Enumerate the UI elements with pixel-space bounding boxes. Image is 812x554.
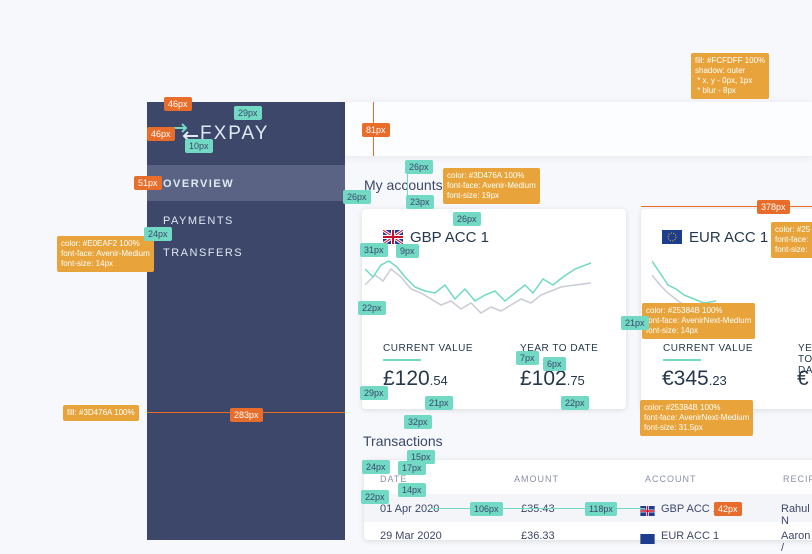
dim-label: 46px — [164, 97, 192, 111]
dim-label: 9px — [396, 244, 419, 258]
annotation-sidebar-fill: fill: #3D476A 100% — [63, 405, 139, 421]
dim-label: 21px — [621, 316, 649, 330]
row2-account: EUR ACC 1 — [661, 530, 720, 542]
dim-label: 22px — [361, 490, 389, 504]
eur-ytd-value: € — [797, 367, 809, 390]
col-header-recipient[interactable]: RECIPI — [783, 474, 812, 484]
annotation-clipped: color: #25 font-face: font-size: — [771, 222, 812, 258]
top-bar — [345, 102, 812, 156]
dim-label: 23px — [406, 195, 434, 209]
col-header-account[interactable]: ACCOUNT — [645, 474, 697, 484]
uk-flag-icon — [382, 228, 404, 246]
annotation-nav-font: color: #E0EAF2 100% font-face: Avenir-Me… — [57, 236, 154, 272]
dim-label: 24px — [144, 227, 172, 241]
dim-label: 26px — [453, 212, 481, 226]
gbp-current-underline — [383, 359, 421, 361]
row2-amount: £36.33 — [521, 530, 555, 542]
transactions-heading: Transactions — [363, 433, 443, 449]
dim-label: 26px — [405, 160, 433, 174]
dim-label: 29px — [360, 386, 388, 400]
annotation-label-font: color: #25384B 100% font-face: AvenirNex… — [642, 303, 756, 339]
dim-label: 7px — [516, 351, 539, 365]
dim-label: 51px — [134, 176, 162, 190]
dim-label: 106px — [470, 502, 503, 516]
dim-label: 10px — [185, 139, 213, 153]
annotation-value-font: color: #25384B 100% font-face: AvenirNex… — [640, 400, 754, 436]
annotation-accounts-font: color: #3D476A 100% font-face: Avenir-Me… — [443, 168, 540, 204]
dim-label: 118px — [585, 502, 617, 516]
gbp-current-value: £120.54 — [383, 367, 448, 390]
dim-label: 6px — [543, 357, 566, 371]
row1-recipient: Rahul N — [781, 503, 810, 527]
gbp-chart — [364, 255, 595, 325]
my-accounts-heading: My accounts — [364, 177, 443, 193]
row1-date: 01 Apr 2020 — [380, 503, 440, 515]
eu-flag-icon — [662, 230, 682, 244]
eur-current-label: CURRENT VALUE — [663, 343, 754, 354]
nav-item-overview[interactable]: OVERVIEW — [163, 178, 234, 190]
dim-label: 81px — [362, 123, 390, 137]
dim-label: 21px — [425, 396, 453, 410]
col-header-amount[interactable]: AMOUNT — [514, 474, 559, 484]
dim-label: 42px — [714, 502, 742, 516]
dim-label: 283px — [230, 408, 263, 422]
row2-recipient: Aaron / — [781, 530, 811, 554]
row1-amount: £35.43 — [521, 503, 555, 515]
dim-label: 378px — [757, 200, 790, 214]
dim-label: 46px — [147, 127, 175, 141]
dim-label: 22px — [561, 396, 589, 410]
nav-item-transfers[interactable]: TRANSFERS — [163, 247, 243, 259]
dim-label: 26px — [343, 190, 371, 204]
dim-label: 29px — [234, 106, 262, 120]
annotation-topbar-shadow: fill: #FCFDFF 100% shadow: outer * x, y … — [691, 53, 770, 99]
row1-account: GBP ACC 1 — [661, 503, 719, 515]
eur-current-value: €345.23 — [662, 367, 727, 390]
dim-label: 22px — [358, 301, 386, 315]
row2-date: 29 Mar 2020 — [380, 530, 442, 542]
account-name-gbp: GBP ACC 1 — [410, 229, 489, 246]
account-name-eur: EUR ACC 1 — [689, 229, 769, 246]
eur-current-underline — [663, 359, 701, 361]
dim-label: 32px — [404, 415, 432, 429]
nav-item-payments[interactable]: PAYMENTS — [163, 215, 234, 227]
dim-label: 31px — [360, 243, 388, 257]
dim-label: 24px — [362, 460, 390, 474]
dim-label: 14px — [398, 483, 426, 497]
dim-label: 17px — [398, 461, 426, 475]
gbp-current-label: CURRENT VALUE — [383, 343, 474, 354]
